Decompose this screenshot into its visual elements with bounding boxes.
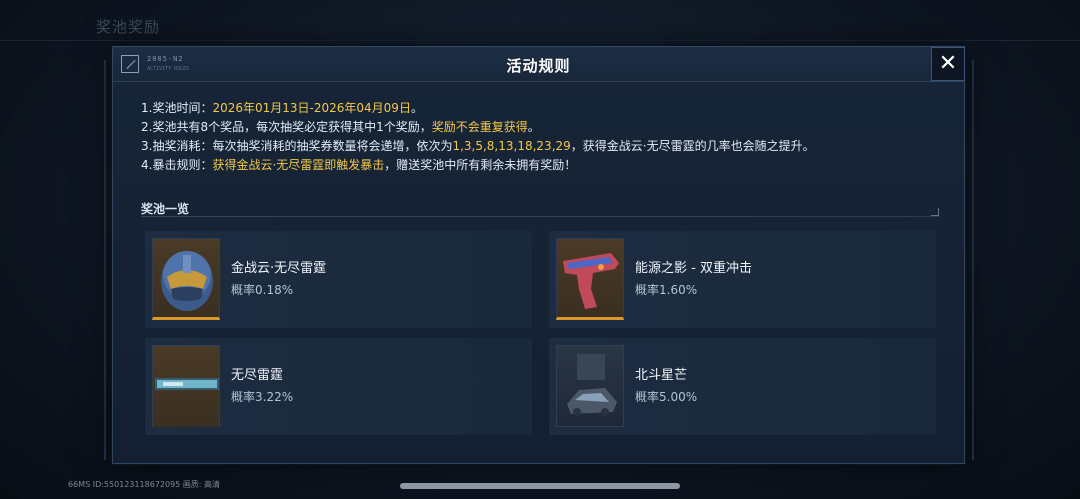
rule-2-highlight: 奖励不会重复获得 [431, 120, 528, 134]
rule-3-text: 3.抽奖消耗：每次抽奖消耗的抽奖券数量将会递增，依次为 [141, 139, 453, 153]
rules-text: 1.奖池时间：2026年01月13日-2026年04月09日。 2.奖池共有8个… [141, 99, 815, 175]
prize-probability: 概率1.60% [635, 283, 698, 297]
rule-line-2: 2.奖池共有8个奖品，每次抽奖必定获得其中1个奖励，奖励不会重复获得。 [141, 118, 815, 137]
vehicle-icon [556, 345, 624, 427]
rule-2-suffix: 。 [527, 120, 540, 134]
prize-item[interactable]: 金战云·无尽雷霆 概率0.18% [145, 231, 532, 328]
home-indicator[interactable] [400, 483, 680, 489]
section-divider [141, 216, 939, 217]
section-corner-decoration [931, 208, 939, 216]
prize-probability: 概率3.22% [231, 390, 294, 404]
rule-1-suffix: 。 [410, 101, 423, 115]
left-frame-line [104, 60, 106, 460]
rifle-icon [152, 345, 220, 427]
prize-name: 北斗星芒 [635, 368, 688, 383]
prize-name: 金战云·无尽雷霆 [231, 261, 327, 276]
background-title: 奖池奖励 [96, 18, 161, 36]
rule-3-suffix: ，获得金战云·无尽雷霆的几率也会随之提升。 [570, 139, 815, 153]
prize-probability: 概率5.00% [635, 390, 698, 404]
rule-1-label: 1.奖池时间： [141, 101, 213, 115]
rule-line-3: 3.抽奖消耗：每次抽奖消耗的抽奖券数量将会递增，依次为1,3,5,8,13,18… [141, 137, 815, 156]
modal-header: 2005-N2 ACTIVITY RULES 活动规则 [113, 47, 964, 82]
prize-item[interactable]: 北斗星芒 概率5.00% [549, 338, 936, 435]
rules-modal: 2005-N2 ACTIVITY RULES 活动规则 ✕ 1.奖池时间：202… [112, 46, 965, 464]
prize-item[interactable]: 无尽雷霆 概率3.22% [145, 338, 532, 435]
rule-4-suffix: ，赠送奖池中所有剩余未拥有奖励！ [384, 158, 577, 172]
rule-line-1: 1.奖池时间：2026年01月13日-2026年04月09日。 [141, 99, 815, 118]
close-button[interactable]: ✕ [931, 47, 965, 81]
footer-info: 66MS ID:550123118672095 画质: 高清 [68, 480, 221, 489]
rule-3-highlight: 1,3,5,8,13,18,23,29 [452, 139, 571, 153]
modal-title: 活动规则 [506, 57, 571, 75]
rule-4-highlight: 获得金战云·无尽雷霆即触发暴击 [212, 158, 385, 172]
right-frame-line [972, 60, 974, 460]
background-divider [0, 40, 1080, 41]
rule-1-date: 2026年01月13日-2026年04月09日 [212, 101, 411, 115]
rule-4-label: 4.暴击规则： [141, 158, 213, 172]
prize-item[interactable]: 能源之影 - 双重冲击 概率1.60% [549, 231, 936, 328]
prize-pool-title: 奖池一览 [141, 202, 190, 216]
rule-line-4: 4.暴击规则：获得金战云·无尽雷霆即触发暴击，赠送奖池中所有剩余未拥有奖励！ [141, 156, 815, 175]
helmet-icon [152, 238, 220, 320]
prize-probability: 概率0.18% [231, 283, 294, 297]
rule-2-text: 2.奖池共有8个奖品，每次抽奖必定获得其中1个奖励， [141, 120, 432, 134]
prize-name: 无尽雷霆 [231, 368, 284, 383]
close-icon: ✕ [938, 51, 958, 76]
pistol-icon [556, 238, 624, 320]
prize-name: 能源之影 - 双重冲击 [635, 261, 752, 276]
